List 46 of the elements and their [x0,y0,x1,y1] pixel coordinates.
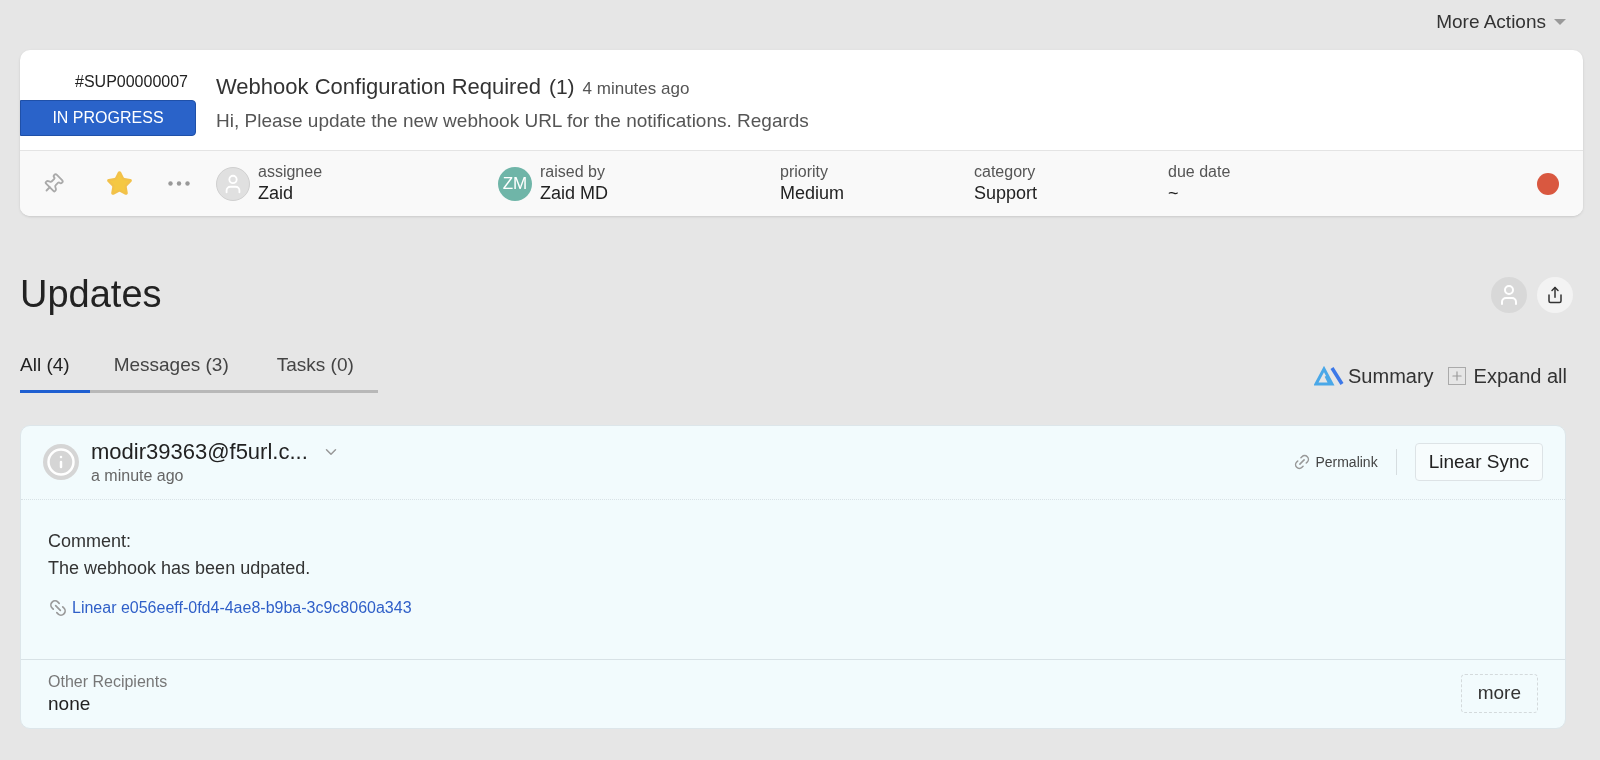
logo-icon [1314,365,1344,386]
field-label: priority [780,162,829,183]
user-avatar: ZM [498,166,532,201]
tab[interactable]: Tasks (0) [252,351,378,393]
status-badge: IN PROGRESS [20,100,196,136]
tab[interactable]: All (4) [20,351,90,393]
ticket-id: #SUP00000007 [75,72,189,92]
recipients-label: Other Recipients [48,671,168,692]
recipients-value: none [48,691,92,716]
field-value: Support [974,182,1038,205]
ticket-description: Hi, Please update the new webhook URL for the notifications. Regards [216,109,809,133]
field-label: due date [1168,162,1231,183]
permalink-link[interactable]: Permalink [1293,451,1378,473]
more-actions-button[interactable]: More Actions [1436,7,1566,37]
comment-text: The webhook has been udpated. [48,556,312,580]
field-value: ~ [1168,182,1180,205]
section-title: Updates [20,272,162,317]
star-button[interactable] [104,170,134,197]
field-label: raised by [540,162,606,183]
field-value: Zaid MD [540,182,608,205]
field-value: Zaid [258,182,294,205]
ellipsis-icon [168,181,190,186]
ticket-title: Webhook Configuration Required [216,73,541,101]
star-icon [105,170,133,197]
expand-icon [1447,366,1466,385]
linear-link[interactable]: Linear e056eeff-0fd4-4ae8-b9ba-3c9c8060a343 [48,595,1538,620]
summary-button[interactable]: Summary [1314,360,1434,391]
share-button[interactable] [1537,276,1573,313]
avatar-icon [216,166,250,201]
share-icon [1546,285,1564,304]
info-icon [43,444,79,480]
author-email: modir39363@f5url.c... [91,438,308,466]
field-label: category [974,162,1037,183]
ticket-count: (1) [548,74,575,100]
more-options-button[interactable] [168,181,190,186]
field-value: Medium [780,182,845,205]
more-button[interactable]: more [1460,674,1538,713]
update-time: a minute ago [91,465,185,486]
field-label: assignee [258,162,323,183]
tab[interactable]: Messages (3) [89,351,253,393]
expand-all-button[interactable]: Expand all [1447,360,1567,391]
caret-icon [1554,19,1566,25]
ticket-time: 4 minutes ago [582,78,690,100]
comment-label: Comment: [48,529,133,553]
user-avatar-button[interactable] [1491,276,1527,313]
linear-sync-button[interactable]: Linear Sync [1414,442,1543,482]
